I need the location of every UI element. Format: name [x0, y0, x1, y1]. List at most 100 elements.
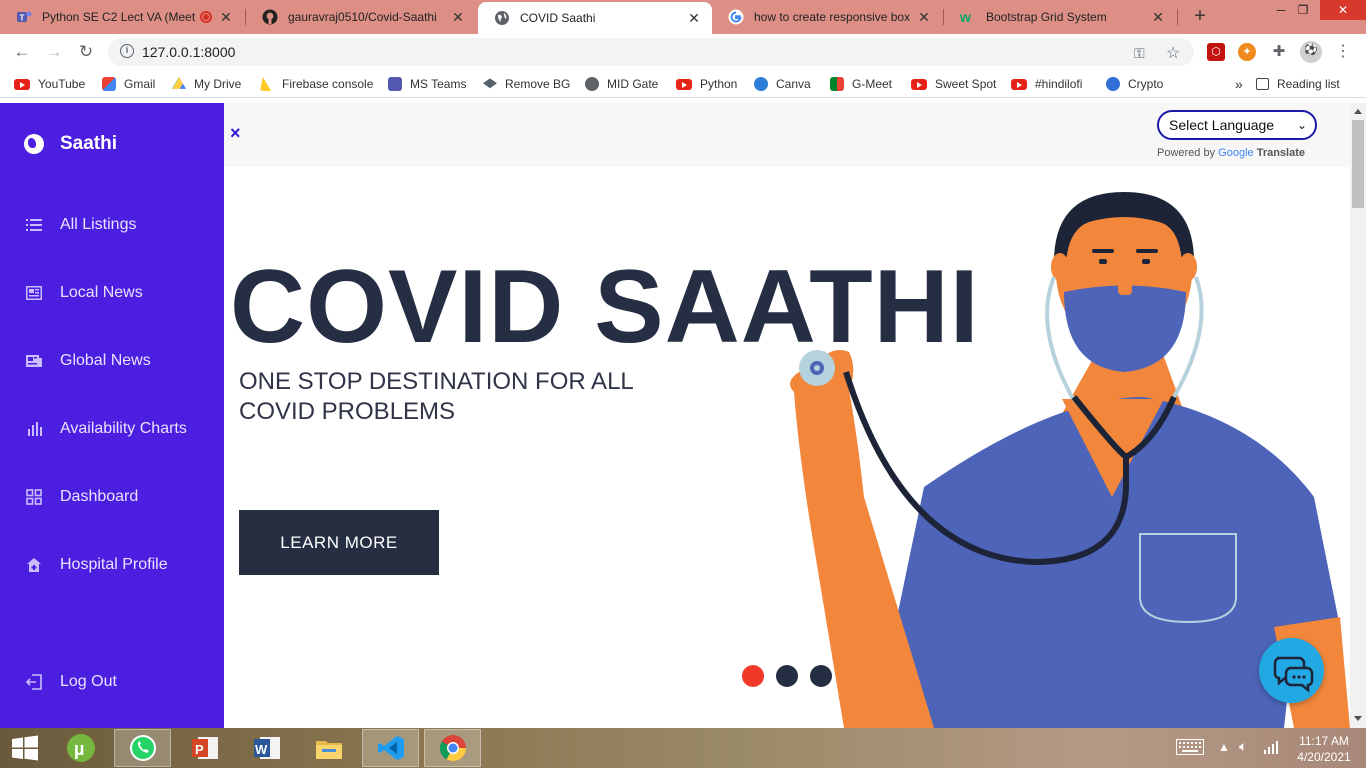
- bookmark-label: YouTube: [38, 77, 86, 91]
- more-bookmarks-label: »: [1235, 76, 1243, 92]
- svg-text:T: T: [20, 14, 25, 23]
- bookmark-ms-teams[interactable]: MS Teams: [388, 76, 466, 92]
- google-logo: Google: [1218, 147, 1254, 159]
- bookmark-gmail[interactable]: Gmail: [102, 76, 155, 92]
- metamask-icon[interactable]: ✦: [1238, 43, 1256, 61]
- sidebar-item-label: Availability Charts: [60, 420, 187, 437]
- tab-title: gauravraj0510/Covid-Saathi: [288, 10, 437, 24]
- bookmark-g-meet[interactable]: G-Meet: [830, 76, 892, 92]
- chrome-icon: [439, 735, 466, 762]
- newspaper-icon: [26, 285, 42, 301]
- taskbar-chrome[interactable]: [424, 729, 481, 767]
- powered-by-google-translate[interactable]: Powered by Google Translate: [1157, 147, 1305, 159]
- close-icon[interactable]: ×: [230, 123, 241, 144]
- taskbar-word[interactable]: W: [238, 729, 295, 767]
- logout-icon: [26, 674, 42, 690]
- bookmark-label: Crypto: [1128, 77, 1164, 91]
- clock-time: 11:17 AM: [1299, 734, 1349, 748]
- bookmark-remove-bg[interactable]: Remove BG: [483, 76, 570, 92]
- start-button[interactable]: [0, 729, 50, 767]
- bookmark-hindilofi[interactable]: #hindilofi: [1011, 76, 1082, 92]
- bookmark-crypto[interactable]: Crypto: [1106, 76, 1163, 92]
- scrollbar-thumb[interactable]: [1352, 120, 1364, 208]
- bookmark-mid-gate[interactable]: MID Gate: [585, 76, 658, 92]
- tab-title: COVID Saathi: [520, 11, 596, 25]
- teams-icon: T: [16, 9, 32, 25]
- bookmark-my-drive[interactable]: My Drive: [172, 76, 241, 92]
- forward-button[interactable]: →: [42, 40, 66, 64]
- taskbar-utorrent[interactable]: µ: [52, 729, 109, 767]
- tab-google-search[interactable]: how to create responsive box us ✕: [712, 0, 942, 34]
- restore-button[interactable]: ❐: [1288, 0, 1318, 20]
- close-icon[interactable]: ✕: [916, 9, 932, 26]
- network-icon[interactable]: [1264, 740, 1280, 757]
- sidebar-item-hospital-profile[interactable]: Hospital Profile: [26, 556, 168, 574]
- brand[interactable]: Saathi: [24, 133, 117, 155]
- layers-icon: [483, 78, 497, 89]
- close-icon[interactable]: ✕: [1150, 9, 1166, 26]
- carousel-dot[interactable]: [810, 665, 832, 687]
- close-icon[interactable]: ✕: [686, 10, 702, 27]
- new-tab-button[interactable]: +: [1188, 5, 1212, 29]
- bookmark-sweet-spot[interactable]: Sweet Spot: [911, 76, 996, 92]
- powered-by-text: Powered by: [1157, 147, 1216, 159]
- tab-meet[interactable]: T Python SE C2 Lect VA (Meet ✕: [0, 0, 244, 34]
- taskbar-powerpoint[interactable]: P: [176, 729, 233, 767]
- sidebar-item-dashboard[interactable]: Dashboard: [26, 488, 138, 506]
- tab-title: Bootstrap Grid System: [986, 10, 1107, 24]
- bookmark-canva[interactable]: Canva: [754, 76, 811, 92]
- scroll-down-icon[interactable]: [1354, 716, 1362, 721]
- bookmark-label: Remove BG: [505, 77, 571, 91]
- bookmark-firebase[interactable]: Firebase console: [260, 76, 373, 92]
- scroll-up-icon[interactable]: [1354, 109, 1362, 114]
- bookmark-label: Sweet Spot: [935, 77, 997, 91]
- sidebar-item-local-news[interactable]: Local News: [26, 284, 143, 302]
- w3schools-icon: w: [960, 9, 976, 25]
- page-scrollbar[interactable]: [1350, 103, 1366, 728]
- taskbar-file-explorer[interactable]: [300, 729, 357, 767]
- sidebar-item-global-news[interactable]: Global News: [26, 352, 151, 370]
- keyboard-icon[interactable]: [1176, 739, 1204, 758]
- close-icon[interactable]: ✕: [218, 9, 234, 26]
- sidebar-item-availability-charts[interactable]: Availability Charts: [26, 420, 187, 438]
- sidebar-item-all-listings[interactable]: All Listings: [26, 216, 136, 234]
- reading-list-icon: [1256, 78, 1269, 90]
- close-icon[interactable]: ✕: [450, 9, 466, 26]
- taskbar-whatsapp[interactable]: [114, 729, 171, 767]
- close-window-button[interactable]: ✕: [1320, 0, 1366, 20]
- key-icon[interactable]: ⚿: [1134, 45, 1145, 62]
- github-icon: [262, 9, 278, 25]
- address-bar[interactable]: i 127.0.0.1:8000 ⚿ ☆: [108, 38, 1194, 66]
- bookmark-youtube[interactable]: YouTube: [14, 76, 85, 92]
- reading-list-button[interactable]: Reading list: [1256, 76, 1340, 92]
- system-clock[interactable]: 11:17 AM 4/20/2021: [1290, 733, 1358, 765]
- avatar[interactable]: ⚽: [1300, 41, 1322, 63]
- reload-button[interactable]: ↻: [74, 40, 98, 64]
- extensions-icon[interactable]: ✚: [1270, 43, 1288, 61]
- star-icon[interactable]: ☆: [1166, 43, 1180, 63]
- volume-icon[interactable]: 🔈︎: [1239, 738, 1247, 755]
- carousel-dot[interactable]: [742, 665, 764, 687]
- language-select[interactable]: Select Language ⌄: [1157, 110, 1317, 140]
- logout-button[interactable]: Log Out: [26, 673, 117, 691]
- tab-covid-saathi[interactable]: COVID Saathi ✕: [478, 2, 712, 34]
- taskbar-vscode[interactable]: [362, 729, 419, 767]
- chevron-up-icon[interactable]: ▲: [1218, 740, 1230, 754]
- canva-icon: [754, 77, 768, 91]
- back-button[interactable]: ←: [10, 40, 34, 64]
- info-icon[interactable]: i: [120, 44, 134, 58]
- chevron-down-icon: ⌄: [1296, 118, 1307, 132]
- gmail-icon: [102, 77, 116, 91]
- chat-button[interactable]: [1259, 638, 1324, 703]
- carousel-dot[interactable]: [776, 665, 798, 687]
- more-bookmarks-button[interactable]: »: [1235, 76, 1243, 92]
- menu-icon[interactable]: ⋮: [1334, 43, 1352, 61]
- globe-icon: [24, 134, 44, 154]
- pdf-extension-icon[interactable]: ⬡: [1207, 43, 1225, 61]
- bookmark-python[interactable]: Python: [676, 76, 737, 92]
- svg-text:W: W: [255, 742, 268, 757]
- tab-bootstrap[interactable]: w Bootstrap Grid System ✕: [944, 0, 1176, 34]
- bookmark-label: Canva: [776, 77, 811, 91]
- learn-more-button[interactable]: LEARN MORE: [239, 510, 439, 575]
- tab-github[interactable]: gauravraj0510/Covid-Saathi ✕: [246, 0, 476, 34]
